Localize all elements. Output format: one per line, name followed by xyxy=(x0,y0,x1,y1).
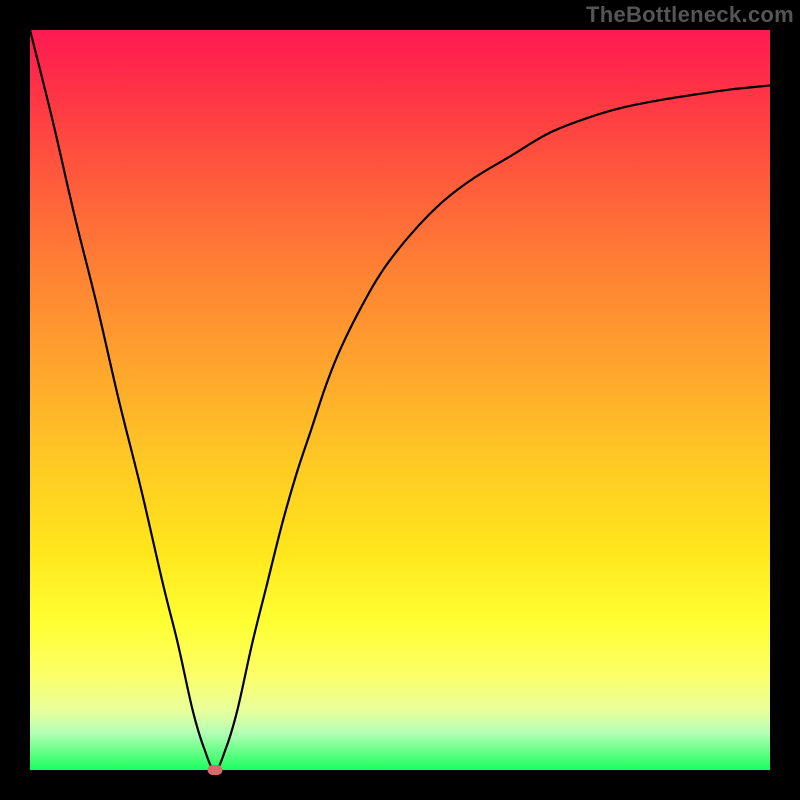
chart-frame: TheBottleneck.com xyxy=(0,0,800,800)
bottleneck-curve-path xyxy=(30,30,770,770)
watermark-text: TheBottleneck.com xyxy=(586,2,794,28)
curve-svg xyxy=(30,30,770,770)
plot-area xyxy=(30,30,770,770)
optimal-point-marker xyxy=(208,765,223,775)
